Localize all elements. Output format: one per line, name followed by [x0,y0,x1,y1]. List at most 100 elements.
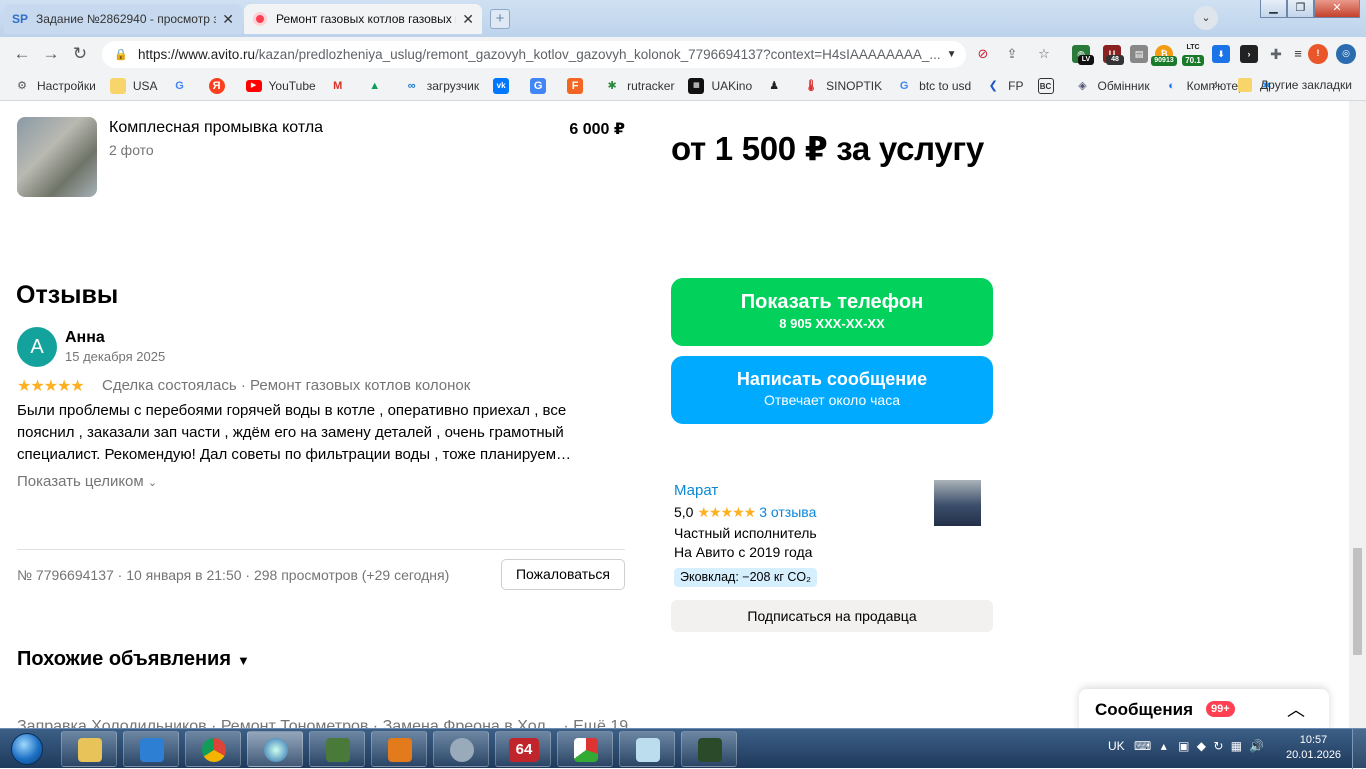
menu-globe-icon[interactable]: ◎ [1336,44,1356,64]
taskbar-notes[interactable] [619,731,675,767]
printer-ext-icon[interactable]: ▤ [1130,45,1148,63]
language-indicator[interactable]: UK [1108,739,1125,753]
btc-price-badge[interactable]: 90913 [1151,56,1177,66]
puzzle-icon[interactable]: ✚ [1267,45,1285,63]
start-button[interactable] [3,730,51,768]
write-message-button[interactable]: Написать сообщение Отвечает около часа [671,356,993,424]
media-queue-icon[interactable]: ≡ [1289,45,1307,63]
taskbar-media[interactable] [371,731,427,767]
close-window-button[interactable]: ✕ [1314,0,1360,18]
scrollbar-thumb[interactable] [1353,548,1362,655]
ltc-price-badge[interactable]: 70.1 [1182,55,1204,66]
taskbar-clock[interactable] [433,731,489,767]
bookmark-yandex[interactable]: Я [208,77,232,94]
show-desktop-button[interactable] [1352,729,1366,769]
explorer-icon [78,738,102,762]
service-photo[interactable] [17,117,97,197]
bookmark-bc[interactable]: BC [1037,77,1061,94]
counter-ext-badge[interactable]: 48 [1106,55,1124,65]
seller-name[interactable]: Марат [674,482,718,499]
media-player-icon [388,738,412,762]
taskbar-wise[interactable] [123,731,179,767]
ltc-ext-label[interactable]: LTC [1183,43,1203,52]
taskbar-chrome[interactable] [185,731,241,767]
tray-expand-icon[interactable]: ▴ [1161,739,1167,753]
close-tab-icon[interactable]: ✕ [462,11,474,28]
taskbar-explorer[interactable] [61,731,117,767]
bookmark-translate[interactable]: G [530,77,553,94]
url-dropdown-icon[interactable]: ▼ [947,49,957,60]
bookmark-btc[interactable]: Gbtc to usd [896,78,971,94]
eco-badge[interactable]: Эковклад: −208 кг CO₂ [674,568,818,587]
tray-update-icon[interactable]: ◆ [1197,739,1206,753]
maximize-button[interactable]: ❐ [1287,0,1314,18]
similar-heading[interactable]: Похожие объявления ▼ [17,648,250,671]
bookmark-star-icon[interactable]: ☆ [1036,46,1052,62]
bookmark-fp[interactable]: ❮ FP [985,78,1024,94]
blocked-icon[interactable]: ⊘ [975,46,991,62]
tray-app-icon[interactable]: ▣ [1178,739,1189,753]
taskbar-network[interactable] [247,731,303,767]
bookmark-gmail[interactable]: M [330,78,353,94]
download-ext-icon[interactable]: ⬇ [1212,45,1230,63]
seller-avatar[interactable] [934,480,981,526]
write-message-label: Написать сообщение [736,369,928,389]
taskbar-terminal[interactable] [681,731,737,767]
terminal-ext-icon[interactable]: › [1240,45,1258,63]
bookmark-youtube[interactable]: ▶ YouTube [245,79,316,93]
close-tab-icon[interactable]: ✕ [222,11,234,28]
bookmark-google[interactable]: G [172,78,195,94]
drive-icon: ▲ [369,79,381,92]
forward-icon[interactable]: → [41,44,61,64]
tab-task[interactable]: SP Задание №2862940 - просмотр з ✕ [4,4,242,34]
volume-icon[interactable]: 🔊 [1249,739,1264,753]
page-scrollbar[interactable] [1349,101,1366,728]
other-bookmarks[interactable]: Другие закладки [1260,78,1352,92]
review-date: 15 декабря 2025 [65,349,166,364]
similar-categories[interactable]: Заправка Холодильников · Ремонт Тонометр… [17,718,628,728]
bookmark-drive[interactable]: ▲ [367,78,390,94]
gear-icon: ⚙ [17,79,27,92]
bookmark-uakino[interactable]: ▦ UAKino [688,77,752,94]
bc-icon: BC [1037,77,1054,94]
chevron-up-icon[interactable]: ︿ [1287,696,1305,722]
complain-button[interactable]: Пожаловаться [501,559,625,590]
tab-search-icon[interactable]: ⌄ [1194,6,1218,30]
taskbar-monitor[interactable] [309,731,365,767]
bookmark-loader[interactable]: ∞ загрузчик [404,78,479,94]
taskbar-chart[interactable] [557,731,613,767]
back-icon[interactable]: ← [12,44,32,64]
profile-avatar[interactable]: ! [1308,44,1328,64]
gmail-icon: M [333,79,343,92]
taskbar-aida[interactable]: 64 [495,731,551,767]
review-text: Были проблемы с перебоями горячей воды в… [17,402,572,463]
bookmark-settings[interactable]: ⚙ Настройки [14,78,96,94]
bookmark-exchange[interactable]: ◈ Обмінник [1075,78,1149,94]
messages-panel[interactable]: Сообщения 99+ ︿ [1079,689,1329,728]
address-bar[interactable]: 🔒 https://www.avito.ru/kazan/predlozheni… [102,41,966,68]
subscribe-seller-button[interactable]: Подписаться на продавца [671,600,993,632]
network-icon[interactable]: ▦ [1231,739,1242,753]
bookmark-rutracker[interactable]: ✱ rutracker [604,78,674,94]
new-tab-button[interactable]: + [490,9,510,29]
bookmark-f[interactable]: F [567,77,590,94]
reload-icon[interactable]: ↻ [70,44,90,64]
tray-sync-icon[interactable]: ↻ [1213,739,1223,753]
show-full-link[interactable]: Показать целиком ⌄ [17,473,157,490]
service-title[interactable]: Комплесная промывка котла [109,119,323,137]
bookmarks-more-button[interactable]: » [1211,78,1218,92]
share-icon[interactable]: ⇪ [1004,46,1020,62]
wise-icon [140,738,164,762]
minimize-button[interactable]: ▁ [1260,0,1287,18]
system-tray: UK ⌨ ▴ ▣ ◆ ↻ ▦ 🔊 [1108,739,1264,753]
bookmark-sinoptik[interactable]: 🌡 SINOPTIK [803,78,882,94]
seller-reviews-link[interactable]: 3 отзыва [759,504,816,520]
tab-avito[interactable]: Ремонт газовых котлов газовых к ✕ [244,4,482,34]
system-clock[interactable]: 10:57 20.01.2026 [1286,733,1341,763]
lv-ext-icon[interactable]: LV [1078,55,1094,65]
keyboard-icon[interactable]: ⌨ [1134,739,1151,753]
bookmark-figure[interactable]: ♟ [766,78,789,94]
bookmark-vk[interactable]: vk [493,77,516,94]
show-phone-button[interactable]: Показать телефон 8 905 XXX-XX-XX [671,278,993,346]
bookmark-usa[interactable]: USA [109,77,158,94]
